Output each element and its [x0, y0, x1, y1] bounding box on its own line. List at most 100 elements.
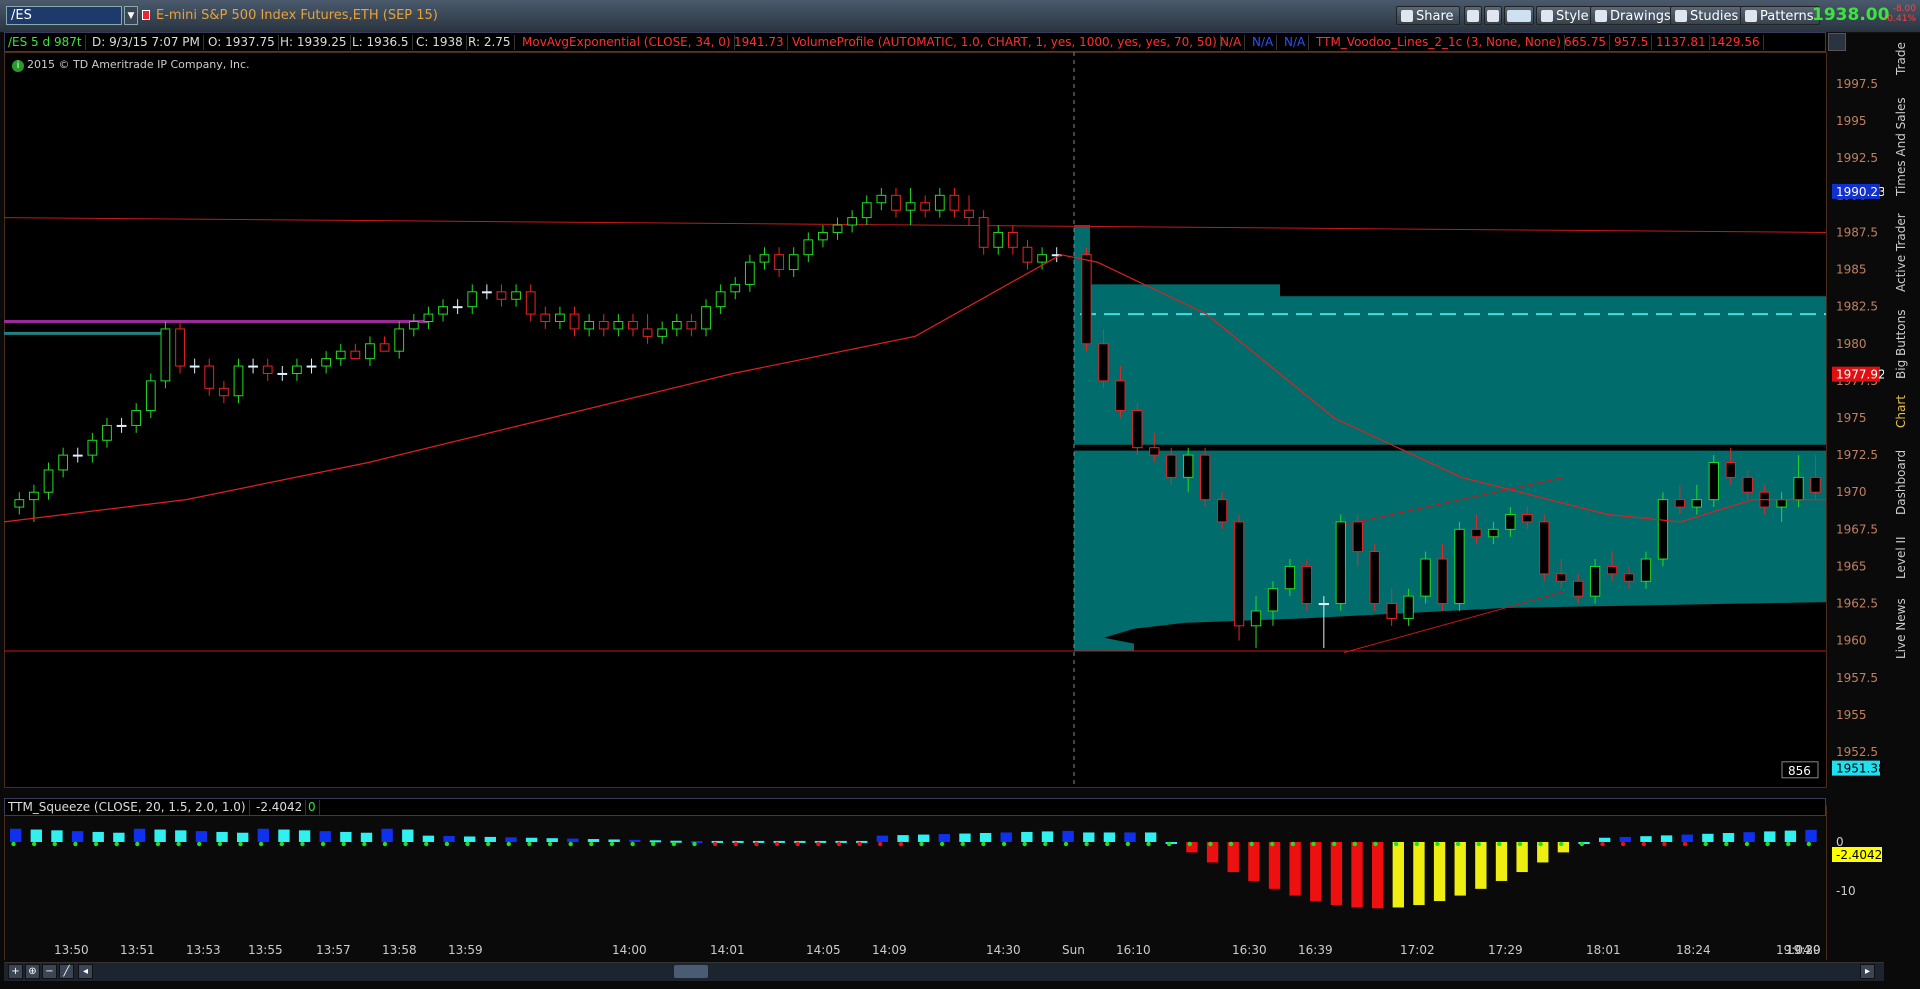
- symbol-dropdown-button[interactable]: ▼: [124, 6, 138, 25]
- squeeze-dot-1: [31, 841, 37, 847]
- squeeze-bar-82: [1702, 833, 1714, 842]
- time-tick-6: 13:59: [448, 943, 483, 957]
- squeeze-bar-6: [133, 828, 146, 842]
- zoom-out-button[interactable]: −: [42, 964, 57, 979]
- candle-post-34-body: [1657, 499, 1669, 560]
- squeeze-dot-2: [52, 841, 57, 847]
- style-button[interactable]: Style: [1536, 6, 1595, 25]
- squeeze-dot-47: [981, 841, 986, 847]
- tab-trade[interactable]: Trade: [1894, 36, 1916, 82]
- chart-mode-button[interactable]: [1504, 6, 1534, 25]
- bar-high: H: 1939.25: [277, 35, 351, 50]
- crosshair-icon: [1467, 10, 1479, 22]
- symbol-input[interactable]: /ES: [6, 6, 122, 25]
- symbol-period[interactable]: /ES 5 d 987t: [5, 35, 86, 50]
- squeeze-bar-52: [1083, 832, 1095, 842]
- candle-pre-22-body: [335, 350, 346, 360]
- squeeze-bar-65: [1351, 842, 1363, 908]
- squeeze-bar-78: [1619, 836, 1631, 842]
- squeeze-dot-46: [960, 841, 965, 847]
- voodoo-study-label[interactable]: TTM_Voodoo_Lines_2_1c (3, None, None): [1313, 35, 1565, 50]
- squeeze-bar-23: [484, 836, 496, 842]
- tab-chart[interactable]: Chart: [1894, 390, 1916, 434]
- candle-post-20-body: [1420, 558, 1431, 597]
- candle-pre-67-body: [993, 231, 1004, 248]
- scroll-left-button[interactable]: ◂: [78, 964, 93, 979]
- squeeze-bar-38: [794, 840, 806, 843]
- tab-level-ii[interactable]: Level II: [1894, 530, 1916, 586]
- candle-pre-26-body: [394, 328, 405, 352]
- wrench-tool-button[interactable]: [1484, 6, 1502, 25]
- time-tick-15: 16:39: [1298, 943, 1333, 957]
- squeeze-dot-55: [1146, 841, 1151, 847]
- volume-badge: 856: [1788, 764, 1811, 778]
- candle-pre-31-body: [467, 291, 478, 308]
- squeeze-dot-59: [1228, 841, 1234, 847]
- squeeze-dot-79: [1641, 841, 1646, 847]
- squeeze-bar-3: [71, 831, 84, 842]
- squeeze-study-label[interactable]: TTM_Squeeze (CLOSE, 20, 1.5, 2.0, 1.0): [5, 800, 250, 815]
- info-icon[interactable]: i: [12, 60, 24, 72]
- candle-pre-55-body: [818, 231, 828, 241]
- candle-pre-12-body: [189, 365, 200, 368]
- squeeze-dot-82: [1703, 841, 1708, 847]
- volume-profile-study-label[interactable]: VolumeProfile (AUTOMATIC, 1.0, CHART, 1,…: [789, 35, 1221, 50]
- candle-post-41-body: [1776, 499, 1787, 508]
- tab-dashboard[interactable]: Dashboard: [1894, 442, 1916, 522]
- tab-times-and-sales[interactable]: Times And Sales: [1894, 92, 1916, 202]
- tab-live-news[interactable]: Live News: [1894, 594, 1916, 664]
- candle-post-39-body: [1742, 476, 1753, 493]
- tab-active-trader[interactable]: Active Trader: [1894, 208, 1916, 298]
- share-button[interactable]: Share: [1396, 6, 1460, 25]
- tab-big-buttons[interactable]: Big Buttons: [1894, 304, 1916, 384]
- patterns-button[interactable]: Patterns: [1740, 6, 1820, 25]
- chart-settings-icon[interactable]: [1828, 33, 1846, 51]
- squeeze-dot-33: [692, 841, 697, 847]
- zoom-box-button[interactable]: ⊕: [25, 964, 40, 979]
- squeeze-bar-47: [979, 832, 992, 842]
- candle-pre-57-body: [847, 217, 858, 226]
- bar-open: O: 1937.75: [205, 35, 279, 50]
- squeeze-dot-71: [1476, 841, 1481, 847]
- scrollbar-thumb[interactable]: [674, 965, 708, 978]
- squeeze-bar-59: [1227, 842, 1239, 873]
- candle-pre-61-body: [905, 202, 916, 211]
- squeeze-bar-14: [298, 830, 311, 842]
- squeeze-axis-zero: 0: [1836, 835, 1844, 849]
- candle-pre-3-body: [58, 454, 69, 471]
- candle-post-23-body: [1471, 528, 1482, 538]
- candle-post-3-body: [1132, 410, 1143, 449]
- candle-pre-13-body: [204, 365, 215, 389]
- squeeze-bar-21: [443, 836, 455, 842]
- draw-line-button[interactable]: ╱: [59, 964, 74, 979]
- zoom-in-button[interactable]: +: [8, 964, 23, 979]
- voodoo-value-3: 1137.81: [1653, 35, 1710, 50]
- candle-pre-65-body: [964, 209, 974, 219]
- squeeze-dot-29: [609, 841, 615, 847]
- squeeze-bar-79: [1640, 836, 1652, 842]
- chart-scrollbar[interactable]: + ⊕ − ╱ ◂ ▸: [4, 962, 1884, 981]
- candle-post-26-body: [1522, 513, 1533, 523]
- squeeze-dot-77: [1600, 841, 1605, 847]
- copyright-note: i 2015 © TD Ameritrade IP Company, Inc.: [12, 58, 250, 72]
- scroll-right-button[interactable]: ▸: [1860, 964, 1875, 979]
- net-change-value: -8.00: [1892, 4, 1916, 14]
- squeeze-bar-22: [464, 836, 476, 842]
- studies-button[interactable]: Studies: [1670, 6, 1745, 25]
- squeeze-bar-46: [959, 833, 971, 842]
- candle-post-13-body: [1301, 565, 1313, 605]
- studies-label: Studies: [1690, 9, 1739, 24]
- candle-pre-2-body: [43, 469, 54, 493]
- squeeze-dot-61: [1270, 841, 1275, 847]
- candle-pre-59-body: [876, 194, 887, 204]
- squeeze-dot-73: [1517, 841, 1523, 847]
- flag-icon: [142, 10, 150, 20]
- crosshair-tool-button[interactable]: [1464, 6, 1482, 25]
- squeeze-dot-51: [1063, 841, 1069, 847]
- drawings-button[interactable]: Drawings: [1590, 6, 1677, 25]
- candle-pre-41-body: [613, 321, 624, 330]
- ema-study-label[interactable]: MovAvgExponential (CLOSE, 34, 0): [519, 35, 735, 50]
- candle-pre-70-body: [1037, 254, 1047, 263]
- squeeze-dot-31: [651, 841, 656, 847]
- candle-post-24-body: [1488, 528, 1499, 538]
